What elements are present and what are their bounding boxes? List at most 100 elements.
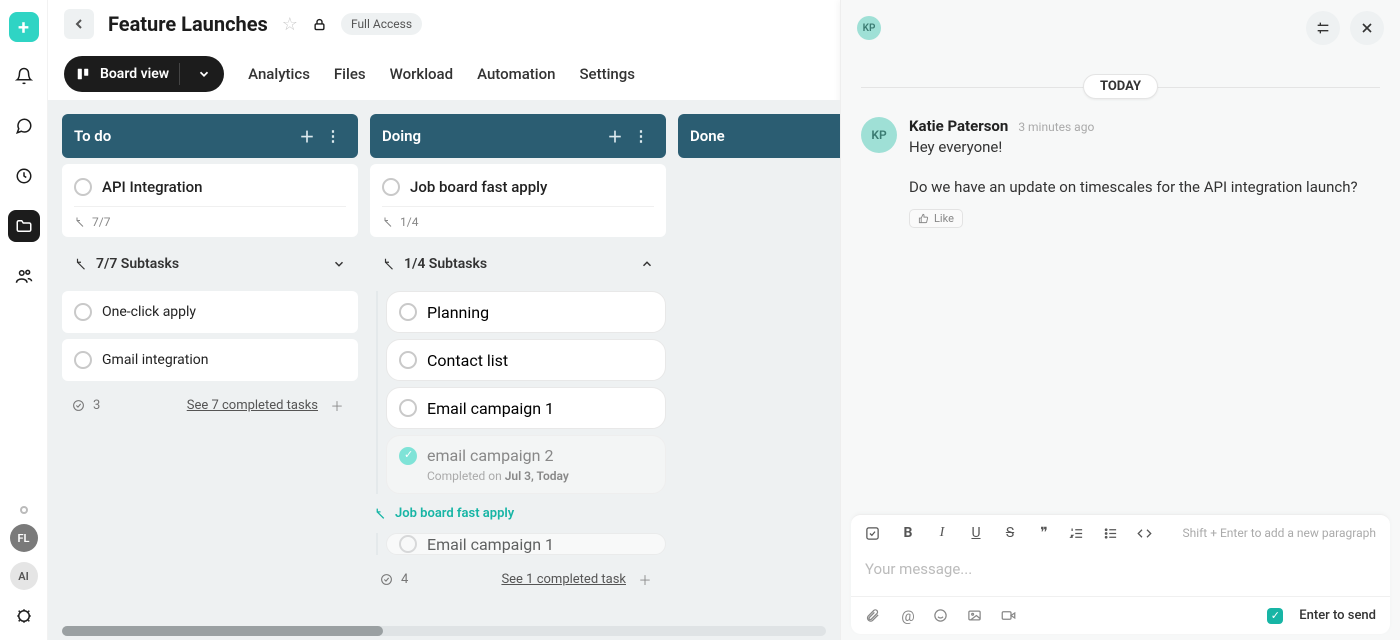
quote-icon[interactable]: ❞ — [1035, 525, 1053, 541]
subtask-title: Email campaign 1 — [427, 535, 554, 554]
task-checkbox[interactable] — [74, 178, 92, 196]
message-text: Do we have an update on timescales for t… — [909, 177, 1380, 199]
column-header: Doing ＋ ⋮ — [370, 114, 666, 158]
task-card[interactable]: Job board fast apply 1/4 — [370, 164, 666, 237]
task-checkbox[interactable] — [399, 351, 417, 369]
lock-icon[interactable] — [312, 17, 327, 32]
chat-avatar[interactable]: KP — [857, 16, 881, 40]
task-card[interactable]: One-click apply — [62, 291, 358, 333]
see-completed-link[interactable]: See 7 completed tasks — [187, 398, 318, 413]
video-icon[interactable] — [1001, 608, 1019, 623]
left-rail: + FL AI — [0, 0, 48, 640]
add-task-button[interactable]: ＋ — [634, 568, 656, 590]
task-checkbox[interactable] — [399, 303, 417, 321]
add-task-button[interactable]: ＋ — [326, 394, 348, 416]
expand-icon[interactable] — [1306, 11, 1340, 45]
enter-to-send-checkbox[interactable]: ✓ — [1267, 608, 1283, 624]
subtask-item[interactable]: Contact list — [386, 339, 666, 381]
image-icon[interactable] — [967, 608, 985, 623]
task-checkbox[interactable] — [399, 535, 417, 553]
column-doing: Doing ＋ ⋮ Job board fast apply 1/4 1/4 S… — [370, 114, 666, 626]
task-title: One-click apply — [102, 304, 196, 320]
column-done: Done — [678, 114, 840, 626]
task-checkbox[interactable] — [74, 303, 92, 321]
subtask-title: Contact list — [427, 351, 508, 370]
board-icon — [76, 67, 90, 81]
chat-icon[interactable] — [8, 110, 40, 142]
recent-icon[interactable] — [8, 160, 40, 192]
column-menu-icon[interactable]: ⋮ — [320, 123, 346, 149]
underline-icon[interactable]: U — [967, 525, 985, 541]
attach-icon[interactable] — [865, 608, 883, 623]
view-switcher[interactable]: Board view — [64, 56, 224, 92]
settings-icon[interactable] — [8, 600, 40, 632]
code-icon[interactable] — [1137, 526, 1155, 541]
ordered-list-icon[interactable] — [1069, 526, 1087, 541]
workspace-avatar[interactable]: AI — [10, 562, 38, 590]
subtasks-toggle[interactable]: 7/7 Subtasks — [62, 243, 358, 285]
subtasks-toggle[interactable]: 1/4 Subtasks — [370, 243, 666, 285]
task-checkbox-checked[interactable] — [399, 447, 417, 465]
like-button[interactable]: Like — [909, 209, 963, 228]
board: To do ＋ ⋮ API Integration 7/7 7/7 Subtas… — [48, 100, 840, 640]
message-author: Katie Paterson — [909, 117, 1008, 135]
subtask-item[interactable]: Email campaign 1 — [386, 533, 666, 555]
status-dot — [20, 506, 28, 514]
view-label: Board view — [100, 66, 169, 82]
column-title: Done — [690, 127, 725, 145]
message-input[interactable] — [865, 560, 1376, 578]
back-button[interactable] — [64, 9, 94, 39]
subtask-item-completed[interactable]: email campaign 2 Completed on Jul 3, Tod… — [386, 435, 666, 494]
add-card-button[interactable]: ＋ — [294, 123, 320, 149]
bullet-list-icon[interactable] — [1103, 526, 1121, 541]
task-card[interactable]: Gmail integration — [62, 339, 358, 381]
chevron-up-icon — [640, 257, 654, 271]
chevron-down-icon — [332, 257, 346, 271]
tab-automation[interactable]: Automation — [477, 65, 555, 83]
tab-workload[interactable]: Workload — [390, 65, 454, 83]
chat-message: KP Katie Paterson 3 minutes ago Hey ever… — [861, 117, 1380, 228]
add-card-button[interactable]: ＋ — [602, 123, 628, 149]
create-button[interactable]: + — [9, 12, 39, 42]
task-checkbox[interactable] — [399, 399, 417, 417]
tab-settings[interactable]: Settings — [579, 65, 635, 83]
message-avatar[interactable]: KP — [861, 117, 897, 153]
task-card[interactable]: API Integration 7/7 — [62, 164, 358, 237]
page-title: Feature Launches — [108, 12, 268, 36]
checklist-icon[interactable] — [865, 526, 883, 541]
workspace-avatar[interactable]: FL — [10, 524, 38, 552]
parent-task-link[interactable]: Job board fast apply — [370, 500, 666, 527]
tab-files[interactable]: Files — [334, 65, 366, 83]
task-title: Gmail integration — [102, 352, 209, 368]
close-icon[interactable] — [1350, 11, 1384, 45]
favorite-icon[interactable]: ☆ — [282, 14, 298, 35]
mention-icon[interactable]: @ — [899, 607, 917, 625]
task-meta: 1/4 — [382, 206, 654, 229]
people-icon[interactable] — [8, 260, 40, 292]
horizontal-scrollbar[interactable] — [62, 626, 826, 636]
chevron-down-icon[interactable] — [190, 60, 218, 88]
column-title: Doing — [382, 127, 421, 145]
tab-analytics[interactable]: Analytics — [248, 65, 310, 83]
date-separator: TODAY — [861, 74, 1380, 99]
subtask-item[interactable]: Planning — [386, 291, 666, 333]
attach-toolbar: @ ✓ Enter to send — [851, 596, 1390, 634]
bold-icon[interactable]: B — [899, 525, 917, 541]
thumbs-up-icon — [918, 213, 929, 224]
column-menu-icon[interactable]: ⋮ — [628, 123, 654, 149]
chat-thread: TODAY KP Katie Paterson 3 minutes ago He… — [841, 56, 1400, 514]
see-completed-link[interactable]: See 1 completed task — [501, 572, 626, 587]
task-checkbox[interactable] — [382, 178, 400, 196]
notifications-icon[interactable] — [8, 60, 40, 92]
projects-icon[interactable] — [8, 210, 40, 242]
chat-header: KP — [841, 0, 1400, 56]
strike-icon[interactable]: S — [1001, 525, 1019, 541]
task-title: API Integration — [102, 178, 202, 196]
task-checkbox[interactable] — [74, 351, 92, 369]
format-toolbar: B I U S ❞ Shift + Enter to add a new par… — [851, 515, 1390, 551]
access-pill[interactable]: Full Access — [341, 13, 422, 35]
column-footer: 4 See 1 completed task ＋ — [370, 561, 666, 597]
subtask-item[interactable]: Email campaign 1 — [386, 387, 666, 429]
emoji-icon[interactable] — [933, 608, 951, 623]
italic-icon[interactable]: I — [933, 525, 951, 541]
